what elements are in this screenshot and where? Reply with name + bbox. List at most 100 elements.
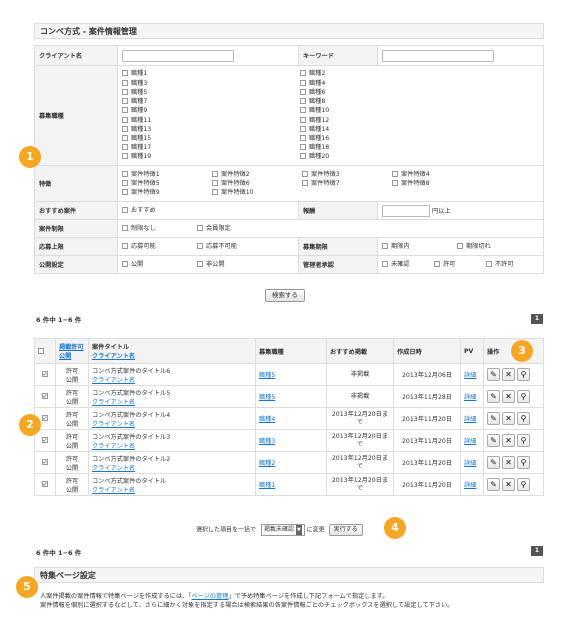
job-category-link[interactable]: 職種2	[259, 460, 275, 467]
job-category-option[interactable]: 職種15	[122, 134, 151, 143]
sort-status2[interactable]: 公開	[59, 353, 71, 360]
approve-checkbox[interactable]	[486, 260, 492, 267]
job-category-checkbox[interactable]	[300, 88, 306, 95]
job-category-option[interactable]: 職種3	[122, 79, 147, 88]
approve-option[interactable]: 未確認	[382, 260, 434, 269]
job-category-checkbox[interactable]	[300, 125, 306, 132]
delete-x-icon[interactable]: ✕	[502, 434, 515, 447]
pv-detail-link[interactable]: 詳細	[464, 416, 476, 423]
apply-limit-option[interactable]: 応募不可能	[197, 242, 272, 251]
job-category-option[interactable]: 職種14	[300, 125, 329, 134]
job-category-checkbox[interactable]	[122, 153, 128, 160]
job-category-checkbox[interactable]	[122, 134, 128, 141]
job-category-option[interactable]: 職種19	[122, 152, 151, 161]
magnifier-icon[interactable]: ⚲	[517, 456, 530, 469]
job-category-option[interactable]: 職種8	[300, 97, 325, 106]
job-category-checkbox[interactable]	[300, 79, 306, 86]
job-category-link[interactable]: 職種4	[259, 416, 275, 423]
feature-checkbox[interactable]	[302, 170, 308, 177]
pv-detail-link[interactable]: 詳細	[464, 482, 476, 489]
pv-detail-link[interactable]: 詳細	[464, 394, 476, 401]
client-link[interactable]: クライアント名	[92, 487, 135, 494]
job-category-checkbox[interactable]	[300, 70, 306, 77]
row-checkbox[interactable]	[42, 437, 48, 443]
client-link[interactable]: クライアント名	[92, 465, 135, 472]
edit-pencil-icon[interactable]: ✎	[487, 434, 500, 447]
publish-option[interactable]: 非公開	[197, 260, 272, 269]
feature-checkbox[interactable]	[212, 189, 218, 196]
feature-checkbox[interactable]	[302, 179, 308, 186]
job-category-checkbox[interactable]	[122, 125, 128, 132]
feature-option[interactable]: 案件特徴8	[392, 179, 430, 188]
approve-option[interactable]: 不許可	[486, 260, 538, 269]
client-link[interactable]: クライアント名	[92, 443, 135, 450]
period-option[interactable]: 期限内	[382, 242, 457, 251]
job-category-option[interactable]: 職種13	[122, 125, 151, 134]
job-category-checkbox[interactable]	[122, 144, 128, 151]
job-category-option[interactable]: 職種12	[300, 116, 329, 125]
pv-detail-link[interactable]: 詳細	[464, 372, 476, 379]
pv-detail-link[interactable]: 詳細	[464, 438, 476, 445]
row-checkbox[interactable]	[42, 481, 48, 487]
edit-pencil-icon[interactable]: ✎	[487, 368, 500, 381]
edit-pencil-icon[interactable]: ✎	[487, 390, 500, 403]
feature-checkbox[interactable]	[392, 170, 398, 177]
job-category-option[interactable]: 職種16	[300, 134, 329, 143]
job-category-checkbox[interactable]	[300, 98, 306, 105]
page-number-bottom[interactable]: 1	[531, 546, 543, 556]
publish-checkbox[interactable]	[122, 260, 128, 267]
period-option[interactable]: 期限切れ	[457, 242, 532, 251]
magnifier-icon[interactable]: ⚲	[517, 368, 530, 381]
job-category-option[interactable]: 職種6	[300, 88, 325, 97]
feature-checkbox[interactable]	[122, 170, 128, 177]
sort-client[interactable]: クライアント名	[92, 353, 135, 360]
job-category-checkbox[interactable]	[300, 134, 306, 141]
job-category-link[interactable]: 職種1	[259, 482, 275, 489]
job-category-option[interactable]: 職種7	[122, 97, 147, 106]
job-category-option[interactable]: 職種4	[300, 79, 325, 88]
apply-limit-checkbox[interactable]	[197, 242, 203, 249]
job-category-option[interactable]: 職種10	[300, 106, 329, 115]
job-category-option[interactable]: 職種11	[122, 116, 151, 125]
limit-option[interactable]: 会員限定	[197, 224, 272, 233]
limit-checkbox[interactable]	[122, 224, 128, 231]
feature-checkbox[interactable]	[392, 179, 398, 186]
feature-checkbox[interactable]	[212, 170, 218, 177]
edit-pencil-icon[interactable]: ✎	[487, 456, 500, 469]
magnifier-icon[interactable]: ⚲	[517, 434, 530, 447]
publish-checkbox[interactable]	[197, 260, 203, 267]
job-category-checkbox[interactable]	[300, 153, 306, 160]
page-manage-link[interactable]: ページの管理	[191, 593, 228, 600]
job-category-link[interactable]: 職種3	[259, 438, 275, 445]
job-category-checkbox[interactable]	[300, 107, 306, 114]
feature-option[interactable]: 案件特徴10	[212, 188, 254, 197]
job-category-option[interactable]: 職種17	[122, 143, 151, 152]
recommend-checkbox[interactable]	[122, 206, 128, 213]
job-category-option[interactable]: 職種5	[122, 88, 147, 97]
job-category-option[interactable]: 職種9	[122, 106, 147, 115]
magnifier-icon[interactable]: ⚲	[517, 478, 530, 491]
job-category-checkbox[interactable]	[122, 70, 128, 77]
period-checkbox[interactable]	[457, 242, 463, 249]
client-link[interactable]: クライアント名	[92, 399, 135, 406]
feature-option[interactable]: 案件特徴3	[302, 170, 340, 179]
feature-option[interactable]: 案件特徴5	[122, 179, 160, 188]
limit-checkbox[interactable]	[197, 224, 203, 231]
row-checkbox[interactable]	[42, 459, 48, 465]
client-link[interactable]: クライアント名	[92, 421, 135, 428]
row-checkbox[interactable]	[42, 393, 48, 399]
client-name-input[interactable]	[122, 49, 234, 62]
job-category-checkbox[interactable]	[122, 116, 128, 123]
magnifier-icon[interactable]: ⚲	[517, 412, 530, 425]
approve-option[interactable]: 許可	[434, 260, 486, 269]
edit-pencil-icon[interactable]: ✎	[487, 412, 500, 425]
job-category-checkbox[interactable]	[300, 144, 306, 151]
feature-checkbox[interactable]	[122, 179, 128, 186]
feature-option[interactable]: 案件特徴6	[212, 179, 250, 188]
job-category-checkbox[interactable]	[122, 98, 128, 105]
run-button[interactable]: 実行する	[328, 524, 363, 536]
job-category-checkbox[interactable]	[122, 107, 128, 114]
magnifier-icon[interactable]: ⚲	[517, 390, 530, 403]
row-checkbox[interactable]	[42, 371, 48, 377]
limit-option[interactable]: 制限なし	[122, 224, 197, 233]
